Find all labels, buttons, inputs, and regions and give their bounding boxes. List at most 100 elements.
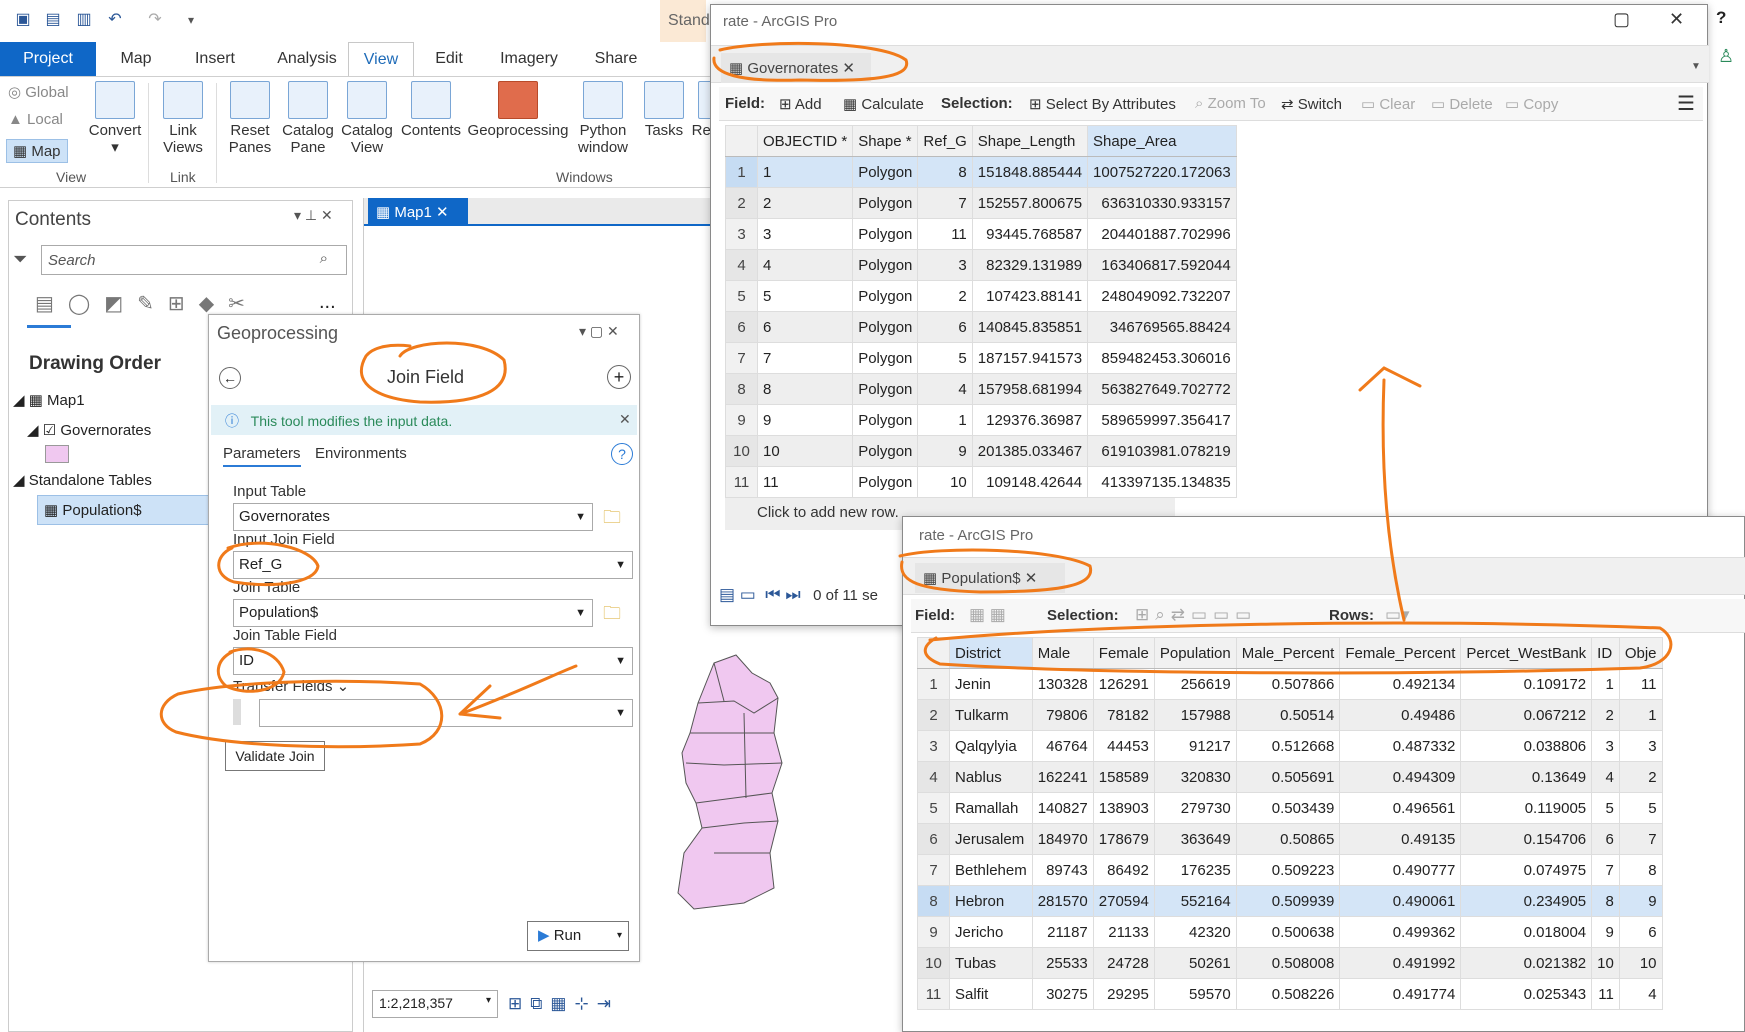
table-cell[interactable]: 0.499362 — [1339, 916, 1462, 948]
row-number[interactable]: 4 — [917, 761, 950, 793]
tab-parameters[interactable]: Parameters — [223, 445, 301, 467]
table-cell[interactable]: 10 — [756, 435, 854, 467]
close-banner-icon[interactable]: ✕ — [619, 411, 631, 428]
table-cell[interactable]: 0.496561 — [1339, 792, 1462, 824]
table-row[interactable]: 8 Hebron 281570 270594 552164 0.509939 0.49006… — [917, 885, 1663, 917]
table-cell[interactable]: 11 — [756, 466, 854, 498]
table-cell[interactable]: 563827649.702772 — [1087, 373, 1237, 405]
table-cell[interactable]: Polygon — [852, 342, 919, 374]
table-cell[interactable]: 589659997.356417 — [1087, 404, 1237, 436]
table-cell[interactable]: 129376.36987 — [971, 404, 1089, 436]
table-row[interactable]: 11 11 Polygon 10 109148.42644 413397135.13483… — [725, 466, 1237, 498]
population-column-header[interactable]: Male — [1031, 637, 1094, 669]
table-cell[interactable]: 0.491774 — [1339, 978, 1462, 1010]
table-cell[interactable]: 7 — [1591, 854, 1620, 886]
table-cell[interactable]: 0.154706 — [1460, 823, 1593, 855]
drag-handle[interactable] — [233, 699, 241, 725]
table-row[interactable]: 1 1 Polygon 8 151848.885444 1007527220.172063 — [725, 156, 1237, 188]
table-row[interactable]: 3 Qalqylyia 46764 44453 91217 0.512668 0.48733… — [917, 730, 1663, 762]
join-table-field-select[interactable]: ID ▼ — [233, 647, 633, 675]
table-view-icons[interactable]: ▤ ▭ ⏮ ⏭ — [719, 585, 801, 604]
table-cell[interactable]: 7 — [756, 342, 854, 374]
table-cell[interactable]: 0.50865 — [1235, 823, 1341, 855]
table-cell[interactable]: 10 — [1618, 947, 1663, 979]
table-cell[interactable]: 2 — [1618, 761, 1663, 793]
contents-button[interactable]: Contents — [400, 81, 462, 139]
table-cell[interactable]: 1 — [917, 404, 973, 436]
field-tools-icons[interactable]: ▦ ▦ — [969, 605, 1006, 625]
table-cell[interactable]: 1 — [1591, 668, 1620, 700]
row-number[interactable]: 10 — [917, 947, 950, 979]
input-table-field[interactable]: Governorates ▼ — [233, 503, 593, 531]
table-row[interactable]: 6 Jerusalem 184970 178679 363649 0.50865 0.491… — [917, 823, 1663, 855]
link-views-button[interactable]: Link Views — [154, 81, 212, 156]
west-bank-map-polygons[interactable] — [674, 653, 784, 913]
table-cell[interactable]: Hebron — [949, 885, 1033, 917]
table-cell[interactable]: Polygon — [852, 218, 919, 250]
population-tab[interactable]: ▦ Population$ ✕ — [915, 563, 1065, 593]
table-cell[interactable]: Tulkarm — [949, 699, 1033, 731]
table-cell[interactable]: Polygon — [852, 249, 919, 281]
delete-button[interactable]: ▭ Delete — [1431, 95, 1493, 113]
table-cell[interactable]: Salfit — [949, 978, 1033, 1010]
undo-icon[interactable]: ↶ — [104, 10, 126, 30]
table-cell[interactable]: 3 — [756, 218, 854, 250]
row-number[interactable]: 3 — [917, 730, 950, 762]
table-cell[interactable]: 21187 — [1031, 916, 1094, 948]
catalog-view-button[interactable]: Catalog View — [338, 81, 396, 156]
table-cell[interactable]: 4 — [1618, 978, 1663, 1010]
table-cell[interactable]: 8 — [756, 373, 854, 405]
tab-insert[interactable]: Insert — [180, 42, 250, 76]
row-number[interactable]: 8 — [725, 373, 758, 405]
population-column-header[interactable]: Obje — [1618, 637, 1663, 669]
table-cell[interactable]: 4 — [756, 249, 854, 281]
table-cell[interactable]: 0.067212 — [1460, 699, 1593, 731]
table-cell[interactable]: 0.505691 — [1235, 761, 1341, 793]
table-cell[interactable]: 1 — [756, 156, 854, 188]
population-column-header[interactable]: Female — [1092, 637, 1155, 669]
tree-map1[interactable]: ◢ ▦ Map1 — [13, 391, 85, 409]
table-cell[interactable]: 7 — [1618, 823, 1663, 855]
search-input[interactable]: Search ⌕ — [41, 245, 347, 275]
row-number[interactable]: 2 — [917, 699, 950, 731]
table-cell[interactable]: 6 — [1591, 823, 1620, 855]
table-cell[interactable]: Polygon — [852, 280, 919, 312]
table-cell[interactable]: 0.503439 — [1235, 792, 1341, 824]
expand-icon[interactable]: ⌄ — [337, 678, 350, 695]
map-view-button[interactable]: ▦ Map — [6, 139, 68, 163]
tab-environments[interactable]: Environments — [315, 445, 407, 462]
table-cell[interactable]: 0.109172 — [1460, 668, 1593, 700]
table-cell[interactable]: Tubas — [949, 947, 1033, 979]
row-number[interactable]: 9 — [917, 916, 950, 948]
table-row[interactable]: 10 10 Polygon 9 201385.033467 619103981.07821… — [725, 435, 1237, 467]
table-cell[interactable]: 0.49486 — [1339, 699, 1462, 731]
table-cell[interactable]: 44453 — [1092, 730, 1155, 762]
input-join-field[interactable]: Ref_G ▼ — [233, 551, 633, 579]
table-cell[interactable]: 162241 — [1031, 761, 1094, 793]
table-cell[interactable]: 4 — [917, 373, 973, 405]
table-cell[interactable]: 82329.131989 — [971, 249, 1089, 281]
table-cell[interactable]: 256619 — [1153, 668, 1237, 700]
table-cell[interactable]: 50261 — [1153, 947, 1237, 979]
redo-icon[interactable]: ↷ — [144, 10, 166, 30]
table-cell[interactable]: Polygon — [852, 466, 919, 498]
table-cell[interactable]: Nablus — [949, 761, 1033, 793]
table-row[interactable]: 11 Salfit 30275 29295 59570 0.508226 0.491774 0… — [917, 978, 1663, 1010]
back-icon[interactable]: ← — [219, 367, 241, 389]
table-row[interactable]: 9 9 Polygon 1 129376.36987 589659997.356417 — [725, 404, 1237, 436]
table-cell[interactable]: Polygon — [852, 373, 919, 405]
table-cell[interactable]: 7 — [917, 187, 973, 219]
transfer-fields-select[interactable]: ▼ — [259, 699, 633, 727]
table-cell[interactable]: 5 — [1618, 792, 1663, 824]
close-window-icon[interactable]: ✕ — [1669, 9, 1684, 30]
table-cell[interactable]: 0.490061 — [1339, 885, 1462, 917]
convert-button[interactable]: Convert ▾ — [84, 81, 146, 156]
table-cell[interactable]: 9 — [756, 404, 854, 436]
help-icon[interactable]: ? — [1716, 8, 1726, 28]
scale-selector[interactable]: 1:2,218,357 ▾ — [372, 990, 498, 1018]
table-cell[interactable]: 9 — [917, 435, 973, 467]
row-number[interactable]: 3 — [725, 218, 758, 250]
table-cell[interactable]: 91217 — [1153, 730, 1237, 762]
table-cell[interactable]: 0.018004 — [1460, 916, 1593, 948]
table-cell[interactable]: 859482453.306016 — [1087, 342, 1237, 374]
